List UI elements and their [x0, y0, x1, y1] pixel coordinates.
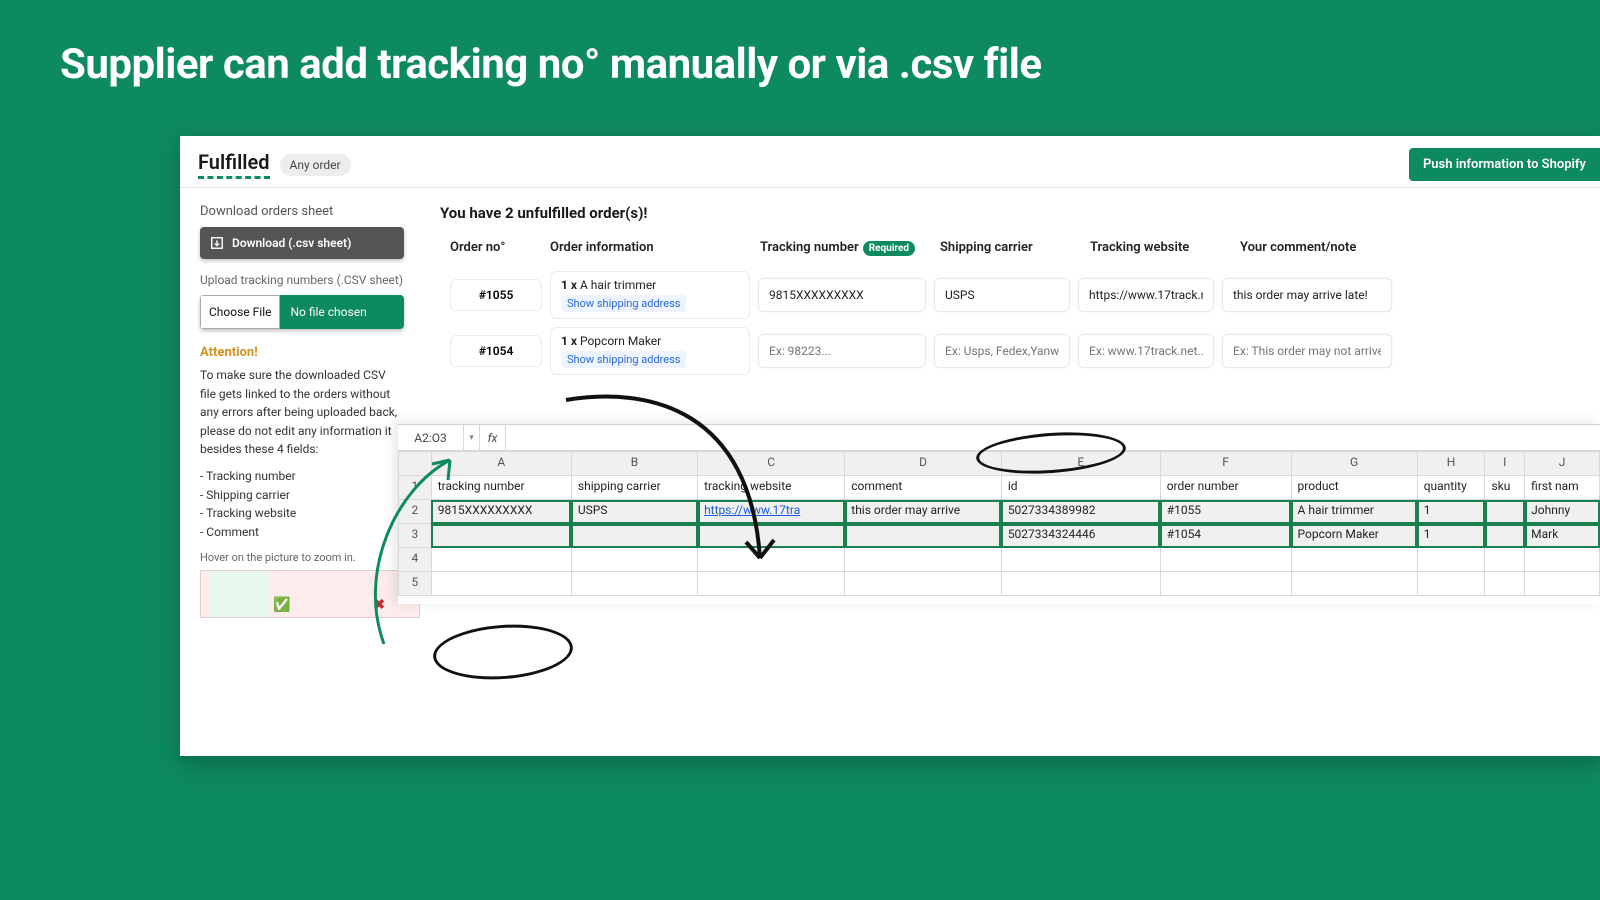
cell[interactable]: sku [1485, 476, 1525, 500]
order-row: #10541 x Popcorn MakerShow shipping addr… [440, 327, 1600, 375]
cell[interactable] [1160, 572, 1291, 596]
col-carrier: Shipping carrier [940, 240, 1090, 255]
col-header[interactable]: E [1001, 452, 1160, 476]
order-row: #10551 x A hair trimmerShow shipping add… [440, 271, 1600, 319]
cell[interactable]: #1055 [1160, 500, 1291, 524]
cell[interactable] [845, 524, 1002, 548]
cell[interactable] [845, 572, 1002, 596]
orders-header: Order no° Order information Tracking num… [440, 240, 1600, 265]
col-header[interactable]: I [1485, 452, 1525, 476]
show-shipping-address-link[interactable]: Show shipping address [561, 351, 686, 368]
tab-fulfilled[interactable]: Fulfilled [198, 150, 270, 179]
name-box-dropdown-icon[interactable]: ▾ [464, 425, 480, 450]
cell[interactable] [1417, 548, 1485, 572]
choose-file-button[interactable]: Choose File No file chosen [200, 295, 404, 329]
top-bar: Fulfilled Any order Push information to … [180, 136, 1600, 188]
shipping-carrier-input[interactable] [934, 334, 1070, 368]
download-icon [210, 236, 224, 250]
check-icon: ✅ [273, 597, 290, 613]
upload-heading: Upload tracking numbers (.CSV sheet) [200, 273, 404, 287]
col-header[interactable]: D [845, 452, 1002, 476]
cell[interactable] [1291, 572, 1417, 596]
order-no: #1054 [450, 335, 542, 367]
attention-heading: Attention! [200, 345, 404, 360]
cell[interactable] [1525, 572, 1600, 596]
attention-text: To make sure the downloaded CSV file get… [200, 366, 404, 459]
cell[interactable] [1485, 548, 1525, 572]
cell[interactable]: id [1001, 476, 1160, 500]
cell[interactable]: order number [1160, 476, 1291, 500]
cell[interactable]: 5027334324446 [1001, 524, 1160, 548]
tracking-number-input[interactable] [758, 334, 926, 368]
col-site: Tracking website [1090, 240, 1240, 255]
show-shipping-address-link[interactable]: Show shipping address [561, 295, 686, 312]
page-title: Supplier can add tracking no° manually o… [60, 40, 1540, 89]
order-info: 1 x A hair trimmerShow shipping address [550, 271, 750, 319]
download-csv-label: Download (.csv sheet) [232, 236, 351, 250]
cell[interactable]: Mark [1525, 524, 1600, 548]
cell[interactable] [1001, 548, 1160, 572]
shipping-carrier-input[interactable] [934, 278, 1070, 312]
col-header[interactable]: J [1525, 452, 1600, 476]
cell[interactable] [1525, 548, 1600, 572]
choose-file-label: Choose File [200, 295, 280, 329]
cell[interactable]: 5027334389982 [1001, 500, 1160, 524]
cell[interactable] [1291, 548, 1417, 572]
cell[interactable]: comment [845, 476, 1002, 500]
cell[interactable]: first nam [1525, 476, 1600, 500]
comment-input[interactable] [1222, 278, 1392, 312]
order-info: 1 x Popcorn MakerShow shipping address [550, 327, 750, 375]
cell[interactable]: 1 [1417, 524, 1485, 548]
cell[interactable] [1485, 524, 1525, 548]
cell[interactable] [1417, 572, 1485, 596]
cell[interactable] [845, 548, 1002, 572]
cell[interactable]: quantity [1417, 476, 1485, 500]
annotation-arrow-green [354, 454, 514, 654]
col-comment: Your comment/note [1240, 240, 1410, 255]
cell[interactable]: A hair trimmer [1291, 500, 1417, 524]
unfulfilled-heading: You have 2 unfulfilled order(s)! [440, 204, 1600, 222]
col-header[interactable]: G [1291, 452, 1417, 476]
cell[interactable] [1485, 500, 1525, 524]
order-no: #1055 [450, 279, 542, 311]
no-file-chosen-label: No file chosen [280, 305, 376, 319]
col-order-no: Order no° [450, 240, 550, 255]
comment-input[interactable] [1222, 334, 1392, 368]
tracking-website-input[interactable] [1078, 334, 1214, 368]
col-header[interactable]: F [1160, 452, 1291, 476]
cell[interactable]: 1 [1417, 500, 1485, 524]
download-csv-button[interactable]: Download (.csv sheet) [200, 227, 404, 259]
cell[interactable]: Popcorn Maker [1291, 524, 1417, 548]
tracking-website-input[interactable] [1078, 278, 1214, 312]
push-to-shopify-button[interactable]: Push information to Shopify [1409, 148, 1600, 181]
cell[interactable]: product [1291, 476, 1417, 500]
required-badge: Required [863, 241, 915, 256]
fx-label: fx [480, 425, 506, 450]
cell[interactable] [1485, 572, 1525, 596]
col-order-info: Order information [550, 240, 760, 255]
annotation-arrow-black [560, 380, 820, 580]
filter-chip-any-order[interactable]: Any order [280, 154, 351, 176]
cell[interactable]: #1054 [1160, 524, 1291, 548]
cell[interactable]: Johnny [1525, 500, 1600, 524]
cell[interactable] [1160, 548, 1291, 572]
tracking-number-input[interactable] [758, 278, 926, 312]
cell[interactable]: this order may arrive [845, 500, 1002, 524]
download-heading: Download orders sheet [200, 204, 404, 219]
cell-reference[interactable]: A2:O3 [398, 425, 464, 450]
col-header[interactable]: H [1417, 452, 1485, 476]
col-tracking: Tracking numberRequired [760, 240, 940, 255]
cell[interactable] [1001, 572, 1160, 596]
